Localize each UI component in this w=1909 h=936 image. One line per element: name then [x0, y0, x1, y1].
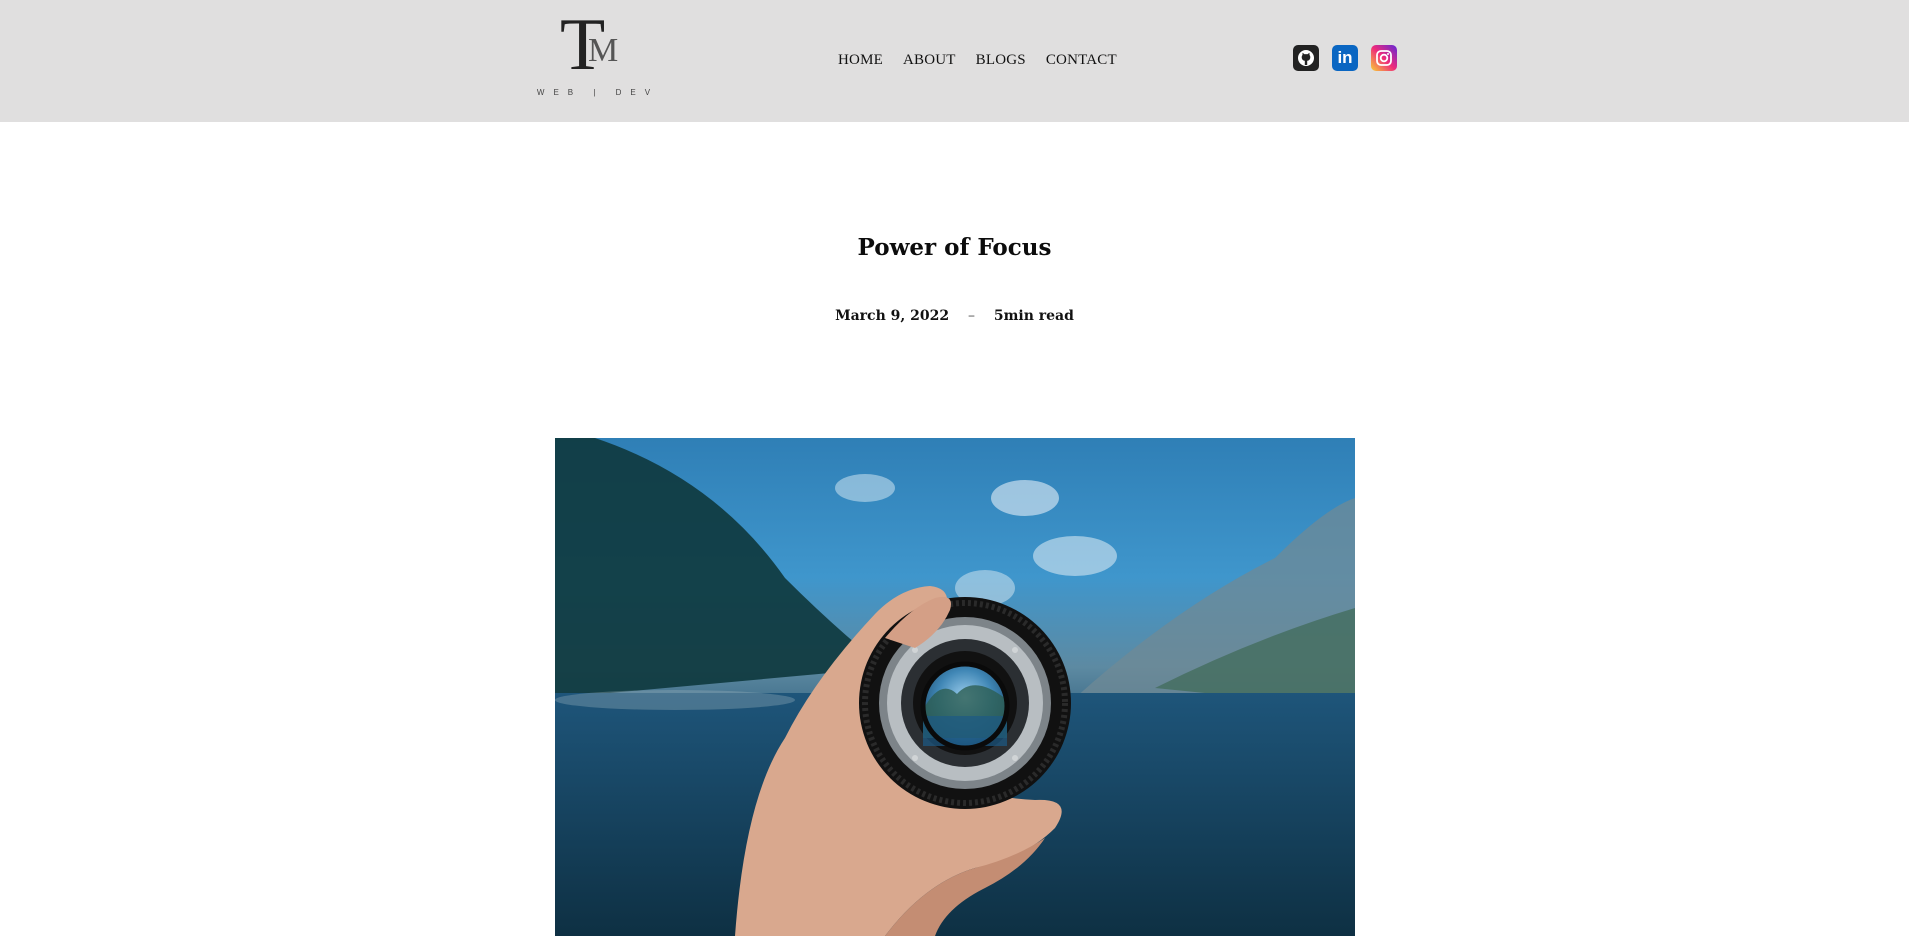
logo-letter-m: M	[588, 32, 619, 69]
site-logo[interactable]: T M WEB | DEV	[530, 8, 670, 100]
nav-contact[interactable]: CONTACT	[1046, 52, 1117, 69]
instagram-icon[interactable]	[1371, 45, 1397, 71]
github-icon[interactable]	[1293, 45, 1319, 71]
site-header: T M WEB | DEV HOME ABOUT BLOGS CONTACT i…	[0, 0, 1909, 122]
meta-separator: –	[967, 308, 975, 324]
linkedin-icon[interactable]: in	[1332, 45, 1358, 71]
post-meta: March 9, 2022 – 5min read	[0, 308, 1909, 324]
nav-blogs[interactable]: BLOGS	[976, 52, 1026, 69]
post-title: Power of Focus	[857, 234, 1052, 261]
social-links: in	[1293, 45, 1397, 71]
main-nav: HOME ABOUT BLOGS CONTACT	[838, 52, 1117, 69]
lens-photo-illustration	[555, 438, 1355, 936]
nav-about[interactable]: ABOUT	[903, 52, 956, 69]
post-read-time: 5min read	[993, 308, 1074, 324]
post-date: March 9, 2022	[835, 308, 950, 324]
logo-subtitle: WEB | DEV	[536, 88, 660, 97]
hero-image	[555, 438, 1355, 936]
nav-home[interactable]: HOME	[838, 52, 883, 69]
